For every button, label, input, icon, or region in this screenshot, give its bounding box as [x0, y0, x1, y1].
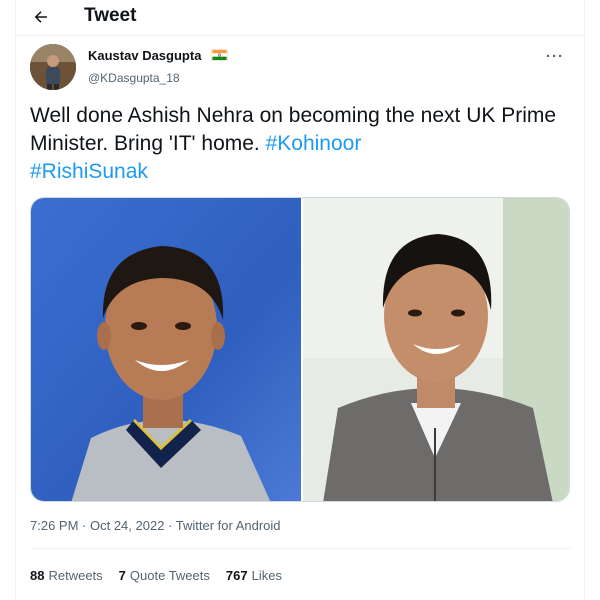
page-title: Tweet — [84, 5, 137, 26]
portrait-left — [31, 198, 301, 501]
tweet-media — [30, 197, 570, 502]
divider — [30, 548, 572, 549]
likes-stat[interactable]: 767 Likes — [226, 568, 282, 583]
tweet-text: Well done Ashish Nehra on becoming the n… — [30, 102, 560, 186]
avatar[interactable] — [30, 44, 76, 90]
likes-label: Likes — [251, 568, 282, 583]
retweets-stat[interactable]: 88 Retweets — [30, 568, 103, 583]
quote-tweets-count: 7 — [118, 568, 126, 583]
tweet-page: Tweet Kaustav Dasgupta @KDasgupta_18 ···… — [15, 0, 585, 600]
likes-count: 767 — [225, 568, 248, 583]
author-handle[interactable]: @KDasgupta_18 — [88, 71, 228, 85]
portrait-right — [303, 198, 569, 501]
tweet-source[interactable]: Twitter for Android — [176, 518, 281, 533]
retweets-label: Retweets — [48, 568, 103, 583]
tweet-time[interactable]: 7:26 PM — [30, 518, 78, 533]
media-image-left[interactable] — [31, 198, 301, 501]
tweet-date[interactable]: Oct 24, 2022 — [90, 518, 164, 533]
author-display-name[interactable]: Kaustav Dasgupta — [88, 48, 201, 63]
author-info: Kaustav Dasgupta @KDasgupta_18 — [88, 47, 228, 85]
arrow-left-icon — [34, 11, 47, 23]
india-flag-icon — [210, 49, 228, 61]
avatar-image — [30, 44, 76, 90]
quote-tweets-stat[interactable]: 7 Quote Tweets — [119, 568, 210, 583]
media-image-right[interactable] — [303, 198, 569, 501]
more-icon: ··· — [546, 48, 564, 65]
more-options-button[interactable]: ··· — [546, 48, 564, 65]
hashtag-kohinoor[interactable]: #Kohinoor — [266, 132, 362, 155]
retweets-count: 88 — [30, 568, 45, 583]
meta-separator: · — [78, 518, 90, 533]
tweet-metadata: 7:26 PM · Oct 24, 2022 · Twitter for And… — [30, 518, 281, 533]
hashtag-rishisunak[interactable]: #RishiSunak — [30, 160, 148, 183]
meta-separator: · — [164, 518, 176, 533]
page-header: Tweet — [16, 0, 584, 34]
back-button[interactable] — [30, 6, 52, 28]
quote-tweets-label: Quote Tweets — [129, 568, 210, 583]
tweet-stats: 88 Retweets 7 Quote Tweets 767 Likes — [30, 568, 282, 583]
divider — [16, 35, 584, 36]
